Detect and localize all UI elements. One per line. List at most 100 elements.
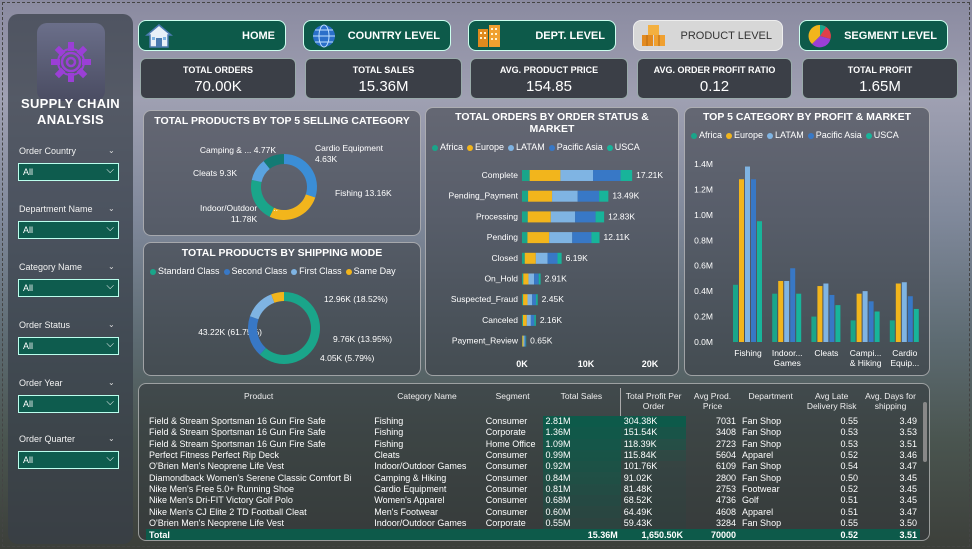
nav-dept-level-button[interactable]: DEPT. LEVEL [468,20,616,51]
bar-segment[interactable] [532,294,537,306]
bar-segment[interactable] [527,294,533,306]
column-bar[interactable] [823,283,829,342]
column-bar[interactable] [835,305,841,342]
column-bar[interactable] [856,293,862,342]
chevron-down-icon[interactable]: ⌄ [108,434,115,443]
column-bar[interactable] [733,284,738,342]
donut-slice[interactable] [284,154,317,198]
bar-segment[interactable] [591,232,600,244]
table-row[interactable]: O'Brien Men's Neoprene Life Vest Indoor/O… [146,517,920,529]
bar-segment[interactable] [522,335,524,347]
table-row[interactable]: Field & Stream Sportsman 16 Gun Fire Saf… [146,427,920,439]
column-bar[interactable] [739,179,744,342]
legend-item[interactable]: First Class [291,266,342,276]
bar-segment[interactable] [560,170,594,181]
legend-item[interactable]: Africa [432,142,463,152]
table-row[interactable]: Perfect Fitness Perfect Rip Deck Cleats Co… [146,449,920,462]
bar-segment[interactable] [527,211,551,223]
column-header[interactable]: Avg Prod. Price [686,388,739,416]
column-bar[interactable] [811,316,817,342]
legend-item[interactable]: Standard Class [150,266,220,276]
filter-dropdown[interactable]: All ⌵ [18,451,119,469]
bar-segment[interactable] [527,232,550,244]
bar-segment[interactable] [523,273,529,285]
column-header[interactable]: Category Name [371,388,482,416]
bar-segment[interactable] [522,211,528,223]
chevron-down-icon[interactable]: ⌄ [108,378,115,387]
legend-item[interactable]: Europe [467,142,504,152]
bar-segment[interactable] [529,170,561,181]
bar-segment[interactable] [620,170,633,181]
bar-segment[interactable] [522,314,523,326]
column-bar[interactable] [895,283,901,342]
column-bar[interactable] [829,294,835,342]
column-header[interactable]: Avg. Days for shipping [861,388,920,416]
bar-segment[interactable] [538,273,541,285]
table-row[interactable]: Nike Men's Dri-FIT Victory Golf Polo Wome… [146,495,920,507]
column-bar[interactable] [850,320,856,342]
bar-segment[interactable] [534,273,539,285]
bar-segment[interactable] [522,294,524,306]
bar-segment[interactable] [572,232,592,244]
bar-segment[interactable] [550,211,576,223]
legend-item[interactable]: USCA [865,130,899,140]
legend-item[interactable]: LATAM [767,130,804,140]
column-bar[interactable] [745,166,750,342]
filter-dropdown[interactable]: All ⌵ [18,221,119,239]
column-bar[interactable] [868,301,874,342]
bar-segment[interactable] [593,170,621,181]
bar-segment[interactable] [522,232,528,244]
column-header[interactable]: Total Profit Per Order [621,388,686,416]
table-row[interactable]: Field & Stream Sportsman 16 Gun Fire Saf… [146,438,920,450]
legend-item[interactable]: Europe [726,130,763,140]
bar-segment[interactable] [523,335,525,347]
column-header[interactable]: Avg Late Delivery Risk [802,388,861,416]
column-header[interactable]: Segment [483,388,543,416]
legend-item[interactable]: Second Class [223,266,287,276]
donut-slice[interactable] [248,316,266,355]
bar-segment[interactable] [547,252,558,264]
bar-segment[interactable] [557,252,562,264]
nav-segment-level-button[interactable]: SEGMENT LEVEL [799,20,948,51]
bar-segment[interactable] [599,190,609,202]
column-bar[interactable] [913,308,919,342]
legend-item[interactable]: Pacific Asia [807,130,862,140]
bar-segment[interactable] [575,211,596,223]
legend-item[interactable]: LATAM [508,142,545,152]
chevron-down-icon[interactable]: ⌄ [108,204,115,213]
column-bar[interactable] [772,293,778,342]
column-bar[interactable] [784,280,790,342]
bar-segment[interactable] [523,294,528,306]
bar-segment[interactable] [530,314,535,326]
bar-segment[interactable] [522,190,529,202]
donut-slice[interactable] [249,294,275,320]
bar-segment[interactable] [535,252,548,264]
column-bar[interactable] [778,280,784,342]
bar-segment[interactable] [522,314,527,326]
bar-segment[interactable] [552,190,578,202]
column-bar[interactable] [862,291,868,342]
chevron-down-icon[interactable]: ⌄ [108,320,115,329]
legend-item[interactable]: Africa [691,130,722,140]
bar-segment[interactable] [524,252,536,264]
nav-country-level-button[interactable]: COUNTRY LEVEL [303,20,451,51]
column-bar[interactable] [901,282,907,342]
bar-segment[interactable] [522,170,530,181]
filter-dropdown[interactable]: All ⌵ [18,163,119,181]
bar-segment[interactable] [522,273,524,285]
column-bar[interactable] [889,320,895,342]
chevron-down-icon[interactable]: ⌄ [108,262,115,271]
nav-home-button[interactable]: HOME [138,20,286,51]
table-scrollbar[interactable] [923,402,927,462]
column-header[interactable]: Total Sales [542,388,622,416]
legend-item[interactable]: Same Day [345,266,396,276]
bar-segment[interactable] [528,273,535,285]
legend-item[interactable]: Pacific Asia [548,142,603,152]
bar-segment[interactable] [524,335,526,347]
bar-segment[interactable] [534,314,536,326]
bar-segment[interactable] [577,190,600,202]
legend-item[interactable]: USCA [606,142,640,152]
bar-segment[interactable] [528,190,553,202]
table-row[interactable]: O'Brien Men's Neoprene Life Vest Indoor/O… [146,461,920,473]
column-bar[interactable] [751,179,756,342]
